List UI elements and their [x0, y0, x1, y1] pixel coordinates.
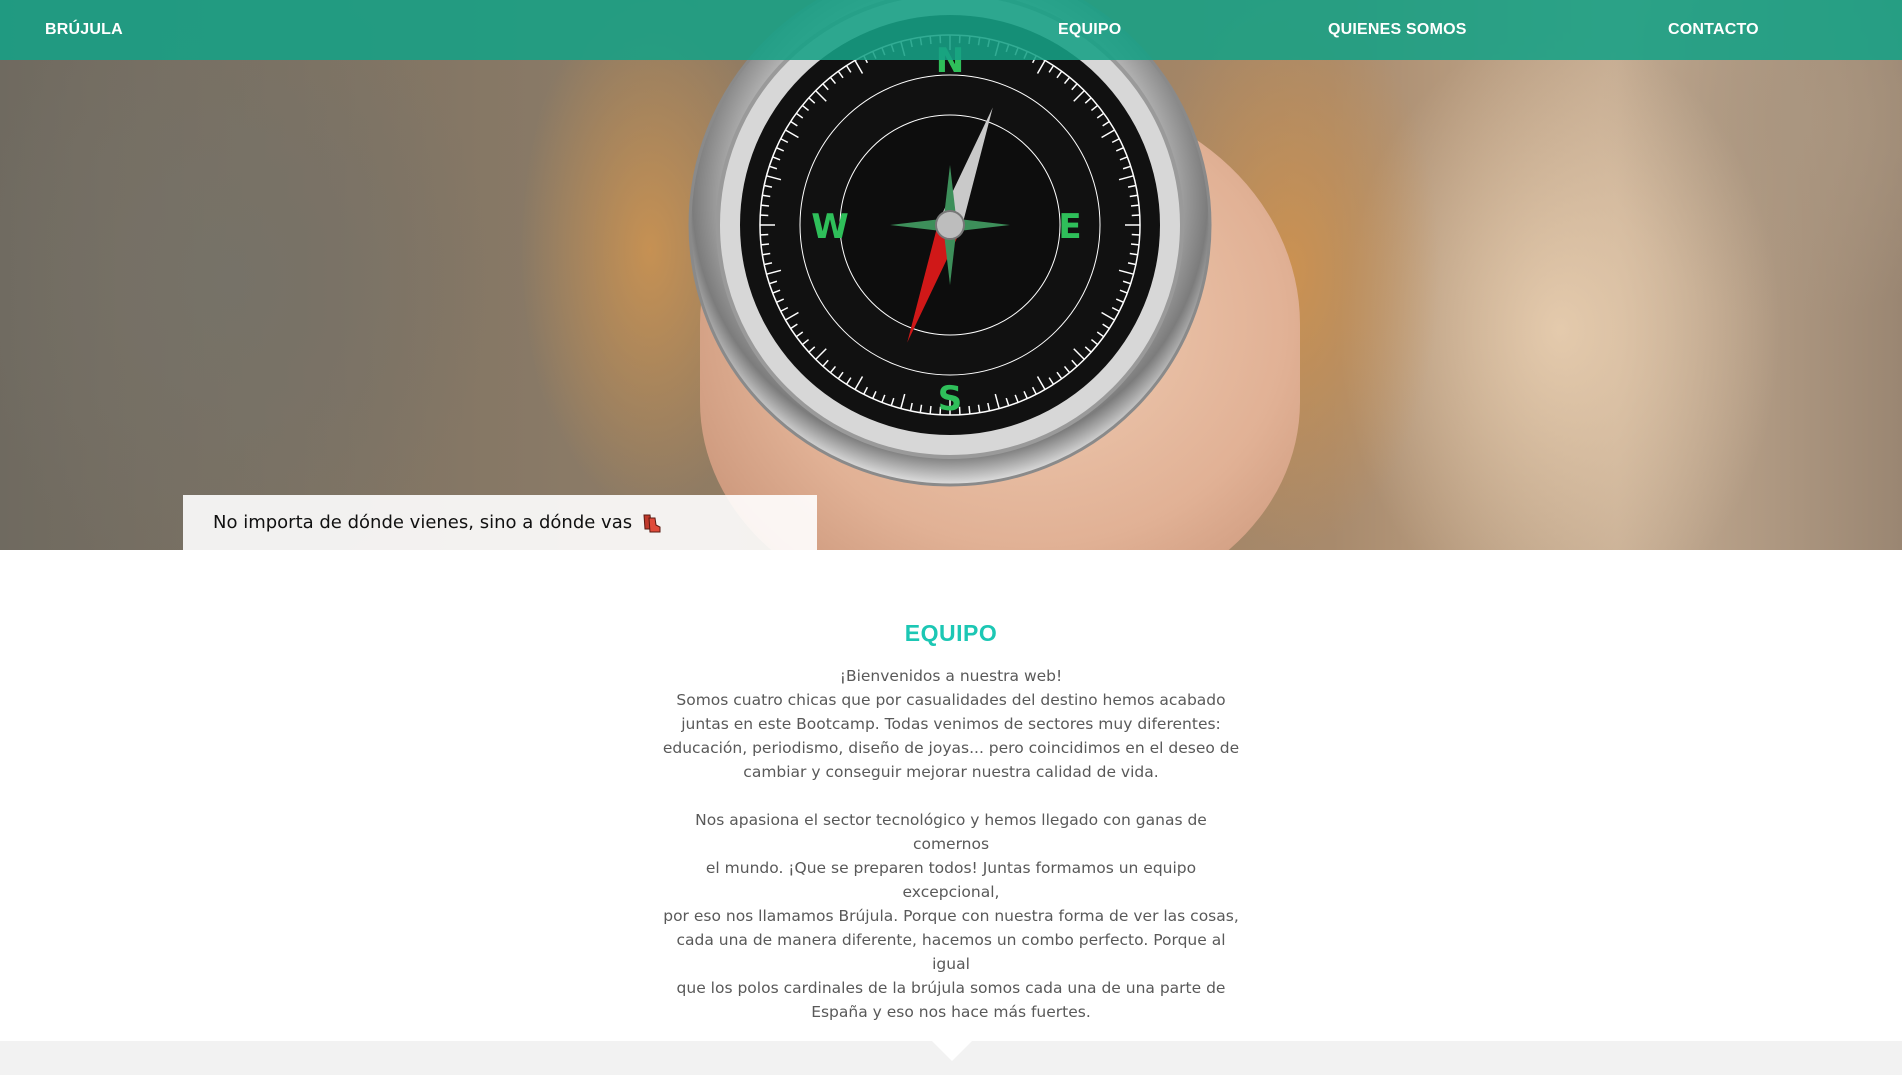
body-line: que los polos cardinales de la brújula s…: [676, 979, 1226, 997]
body-line: juntas en este Bootcamp. Todas venimos d…: [681, 715, 1221, 733]
compass-image: N S W E: [688, 0, 1212, 487]
body-line: España y eso nos hace más fuertes.: [811, 1003, 1091, 1021]
nav-link-quienes-somos[interactable]: QUIENES SOMOS: [1328, 0, 1467, 60]
footer-notch-arrow: [932, 1041, 972, 1061]
section-title: EQUIPO: [904, 620, 998, 646]
svg-text:W: W: [811, 207, 849, 247]
svg-text:E: E: [1058, 207, 1081, 247]
body-line: Nos apasiona el sector tecnológico y hem…: [695, 811, 1207, 853]
body-line: cambiar y conseguir mejorar nuestra cali…: [743, 763, 1159, 781]
nav-link-equipo[interactable]: EQUIPO: [1058, 0, 1121, 60]
body-line: educación, periodismo, diseño de joyas..…: [662, 739, 1240, 757]
top-navbar: BRÚJULA EQUIPO QUIENES SOMOS CONTACTO: [0, 0, 1902, 60]
brand-logo-link[interactable]: BRÚJULA: [45, 0, 123, 60]
body-line: por eso nos llamamos Brújula. Porque con…: [663, 907, 1239, 925]
section-body: ¡Bienvenidos a nuestra web! Somos cuatro…: [660, 664, 1242, 1024]
body-line: el mundo. ¡Que se preparen todos! Juntas…: [705, 859, 1197, 901]
hiking-boots-icon: [640, 511, 664, 535]
nav-link-contacto[interactable]: CONTACTO: [1668, 0, 1759, 60]
hero-tagline-box: No importa de dónde vienes, sino a dónde…: [183, 495, 817, 550]
hero-tagline-text: No importa de dónde vienes, sino a dónde…: [213, 512, 633, 533]
body-line: Somos cuatro chicas que por casualidades…: [676, 691, 1226, 709]
hero-banner: N S W E: [0, 0, 1902, 550]
svg-text:S: S: [938, 379, 963, 419]
body-line: cada una de manera diferente, hacemos un…: [676, 931, 1226, 973]
body-line: ¡Bienvenidos a nuestra web!: [839, 667, 1063, 685]
